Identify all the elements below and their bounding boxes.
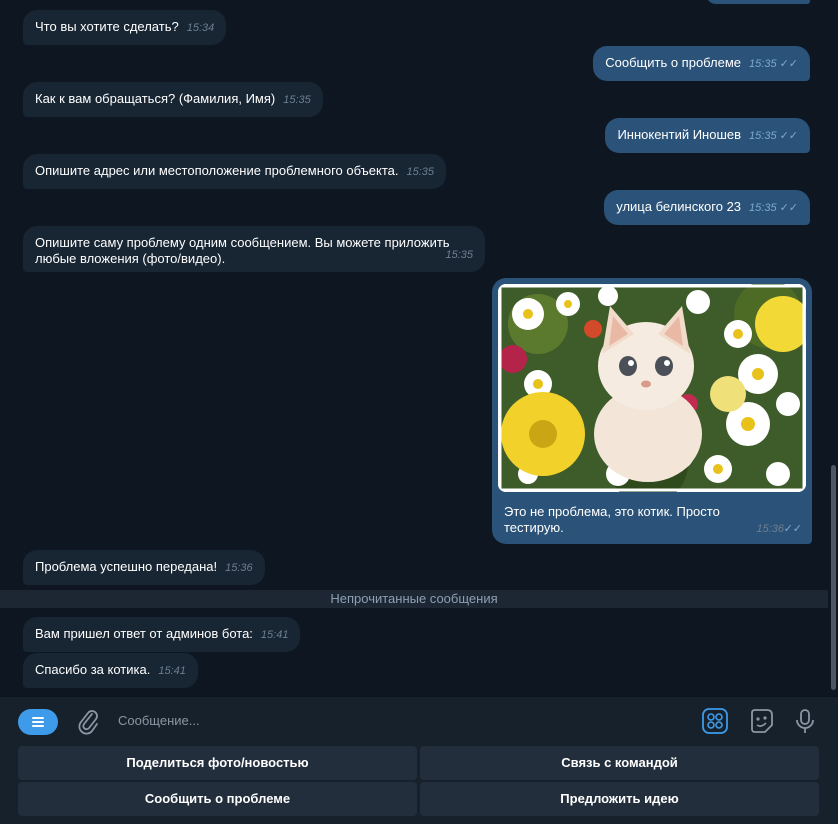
message-time: 15:36	[225, 562, 253, 574]
read-checks-icon: ✓✓	[779, 58, 798, 70]
message-time: 15:35	[749, 130, 777, 142]
chat-history[interactable]: Что вы хотите сделать? 15:34 Сообщить о п…	[0, 0, 838, 696]
kitten-image	[498, 284, 806, 492]
microphone-icon[interactable]	[791, 707, 819, 735]
kitten-photo[interactable]	[498, 284, 806, 492]
read-checks-icon: ✓✓	[779, 130, 798, 142]
message-time: 15:35	[749, 202, 777, 214]
message-time: 15:35	[406, 166, 435, 178]
message-text: Иннокентий Иношев	[617, 127, 742, 142]
incoming-message: Что вы хотите сделать? 15:34	[23, 10, 227, 45]
message-time: 15:41	[158, 665, 186, 677]
incoming-message: Как к вам обращаться? (Фамилия, Имя) 15:3…	[23, 82, 323, 117]
sticker-icon[interactable]	[747, 707, 775, 735]
chat-scrollbar[interactable]	[831, 465, 836, 690]
incoming-message: Вам пришел ответ от админов бота: 15:41	[23, 617, 301, 652]
message-time: 15:41	[260, 629, 289, 641]
message-partial	[706, 0, 810, 4]
incoming-message: Опишите адрес или местоположение проблем…	[23, 154, 447, 189]
read-checks-icon: ✓✓	[783, 523, 802, 535]
message-time: 15:35	[445, 249, 473, 261]
message-text: Сообщить о проблеме	[605, 55, 742, 70]
paperclip-icon[interactable]	[76, 707, 100, 735]
contact-team-button[interactable]: Связь с командой	[420, 746, 819, 780]
message-text: Вам пришел ответ от админов бота:	[35, 626, 253, 641]
report-problem-button[interactable]: Сообщить о проблеме	[18, 782, 417, 816]
bot-commands-icon[interactable]	[701, 707, 729, 735]
message-text: Это не проблема, это котик. Просто тести…	[504, 504, 720, 535]
message-input[interactable]: Сообщение...	[118, 713, 200, 728]
incoming-message: Опишите саму проблему одним сообщением. …	[23, 226, 485, 272]
incoming-message: Проблема успешно передана! 15:36	[23, 550, 265, 585]
outgoing-message: улица белинского 23 15:35 ✓✓	[604, 190, 810, 225]
incoming-message: Спасибо за котика. 15:41	[23, 653, 198, 688]
message-text: Опишите адрес или местоположение проблем…	[35, 163, 399, 178]
message-text: улица белинского 23	[616, 199, 742, 214]
outgoing-message: Иннокентий Иношев 15:35 ✓✓	[605, 118, 810, 153]
message-text: Проблема успешно передана!	[35, 559, 218, 574]
suggest-idea-button[interactable]: Предложить идею	[420, 782, 819, 816]
outgoing-photo-message[interactable]: Это не проблема, это котик. Просто тести…	[492, 278, 812, 544]
message-text: Что вы хотите сделать?	[35, 19, 179, 34]
message-time: 15:36	[756, 523, 784, 535]
message-time: 15:34	[186, 22, 215, 34]
menu-icon[interactable]	[18, 709, 58, 735]
message-time: 15:35	[283, 94, 311, 106]
unread-messages-divider: Непрочитанные сообщения	[0, 590, 828, 608]
read-checks-icon: ✓✓	[779, 202, 798, 214]
share-photo-news-button[interactable]: Поделиться фото/новостью	[18, 746, 417, 780]
message-text: Спасибо за котика.	[35, 662, 151, 677]
message-text: Опишите саму проблему одним сообщением. …	[35, 235, 450, 266]
message-text: Как к вам обращаться? (Фамилия, Имя)	[35, 91, 276, 106]
message-composer: Сообщение...	[0, 696, 838, 745]
bot-keyboard: Поделиться фото/новостью Связь с командо…	[0, 744, 838, 824]
outgoing-message: Сообщить о проблеме 15:35 ✓✓	[593, 46, 810, 81]
message-time: 15:35	[749, 58, 777, 70]
